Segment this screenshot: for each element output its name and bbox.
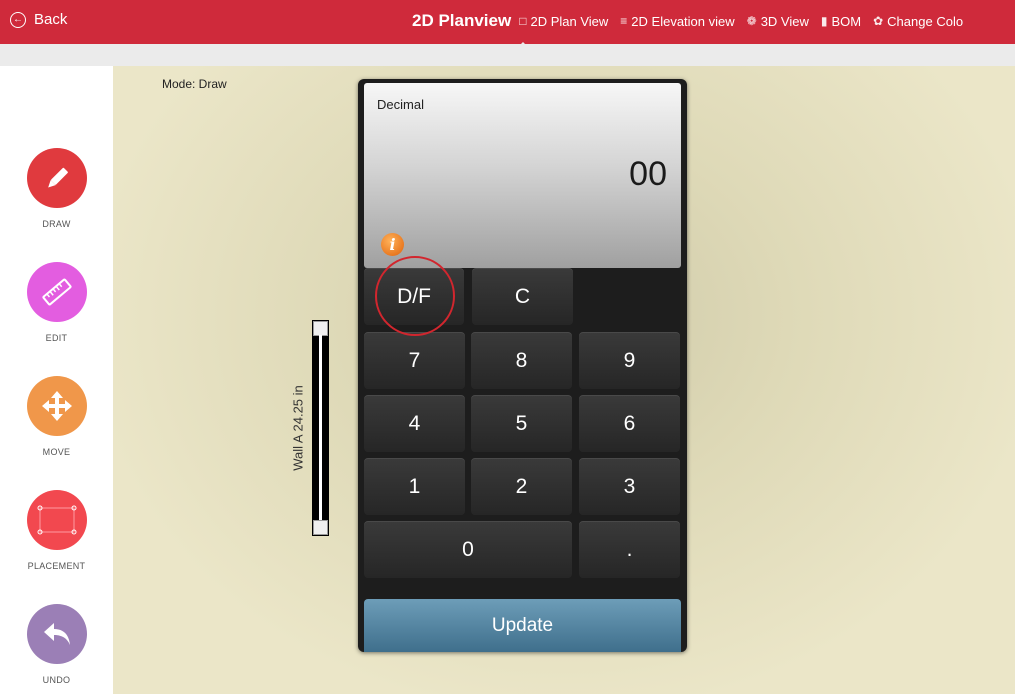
back-arrow-icon: ←: [10, 11, 26, 28]
display-value: 00: [629, 155, 667, 193]
view-nav: 2D Planview □ 2D Plan View ≡ 2D Elevatio…: [412, 11, 975, 31]
key-8[interactable]: 8: [471, 332, 572, 389]
cube-icon: ❁: [746, 14, 757, 28]
key-clear[interactable]: C: [472, 268, 573, 325]
wall-a[interactable]: [312, 320, 329, 536]
nav-bom[interactable]: ▮ BOM: [821, 14, 861, 29]
nav-label: BOM: [831, 13, 862, 29]
palette-icon: ✿: [873, 14, 884, 28]
tool-label: EDIT: [45, 333, 68, 343]
draw-button[interactable]: [26, 148, 87, 208]
nav-2d-plan-view[interactable]: □ 2D Plan View: [519, 14, 608, 29]
key-decimal-point[interactable]: .: [579, 521, 680, 578]
nav-label: 3D View: [760, 13, 809, 29]
move-button[interactable]: [26, 376, 87, 436]
key-1[interactable]: 1: [364, 458, 465, 515]
tool-label: UNDO: [42, 675, 71, 685]
keypad-display: Decimal 00 i: [364, 83, 681, 268]
tool-label: PLACEMENT: [27, 561, 86, 571]
key-9[interactable]: 9: [579, 332, 680, 389]
nav-3d-view[interactable]: ❁ 3D View: [747, 14, 809, 29]
tool-placement: PLACEMENT: [0, 490, 113, 571]
wall-handle-top[interactable]: [313, 321, 328, 336]
key-5[interactable]: 5: [471, 395, 572, 452]
key-7[interactable]: 7: [364, 332, 465, 389]
key-decimal-fraction[interactable]: D/F: [364, 268, 464, 325]
page-title: 2D Planview: [412, 11, 512, 30]
plan-icon: □: [519, 14, 527, 28]
back-label: Back: [34, 11, 68, 28]
placement-button[interactable]: [26, 490, 87, 550]
tool-sidebar: DRAW EDIT MOVE PLACEMENT UNDO: [0, 66, 113, 694]
tool-label: MOVE: [42, 447, 71, 457]
wall-dimension-label: Wall A 24.25 in: [290, 385, 306, 471]
update-button[interactable]: Update: [364, 599, 681, 652]
document-icon: ▮: [820, 14, 828, 28]
key-3[interactable]: 3: [579, 458, 680, 515]
wall-centerline: [319, 335, 322, 521]
mode-indicator: Mode: Draw: [162, 77, 227, 91]
tool-move: MOVE: [0, 376, 113, 457]
nav-label: Change Colo: [887, 13, 964, 29]
undo-icon: [43, 623, 70, 645]
dimension-keypad-panel: Decimal 00 i D/F C 7 8 9 4 5 6 1 2 3 0 .…: [358, 79, 687, 652]
move-arrows-icon: [41, 391, 72, 421]
ruler-icon: [41, 278, 72, 306]
tool-edit: EDIT: [0, 262, 113, 343]
sub-bar: [0, 42, 1015, 66]
edit-button[interactable]: [26, 262, 87, 322]
pencil-icon: [47, 167, 68, 188]
back-button[interactable]: ← Back: [10, 11, 67, 28]
tool-undo: UNDO: [0, 604, 113, 685]
tool-draw: DRAW: [0, 148, 113, 229]
key-2[interactable]: 2: [471, 458, 572, 515]
top-bar: ← Back 2D Planview □ 2D Plan View ≡ 2D E…: [0, 0, 1015, 44]
display-mode-label: Decimal: [377, 97, 424, 112]
key-4[interactable]: 4: [364, 395, 465, 452]
info-icon[interactable]: i: [381, 233, 404, 256]
wall-handle-bottom[interactable]: [313, 520, 328, 535]
nav-2d-elevation-view[interactable]: ≡ 2D Elevation view: [620, 14, 734, 29]
tool-label: DRAW: [42, 219, 71, 229]
undo-button[interactable]: [26, 604, 87, 664]
list-icon: ≡: [620, 14, 628, 28]
nav-label: 2D Elevation view: [631, 13, 735, 29]
placement-icon: [37, 505, 76, 535]
panel-pointer: [511, 42, 535, 54]
nav-change-color[interactable]: ✿ Change Colo: [873, 14, 963, 29]
nav-label: 2D Plan View: [530, 13, 609, 29]
key-6[interactable]: 6: [579, 395, 680, 452]
key-0[interactable]: 0: [364, 521, 572, 578]
